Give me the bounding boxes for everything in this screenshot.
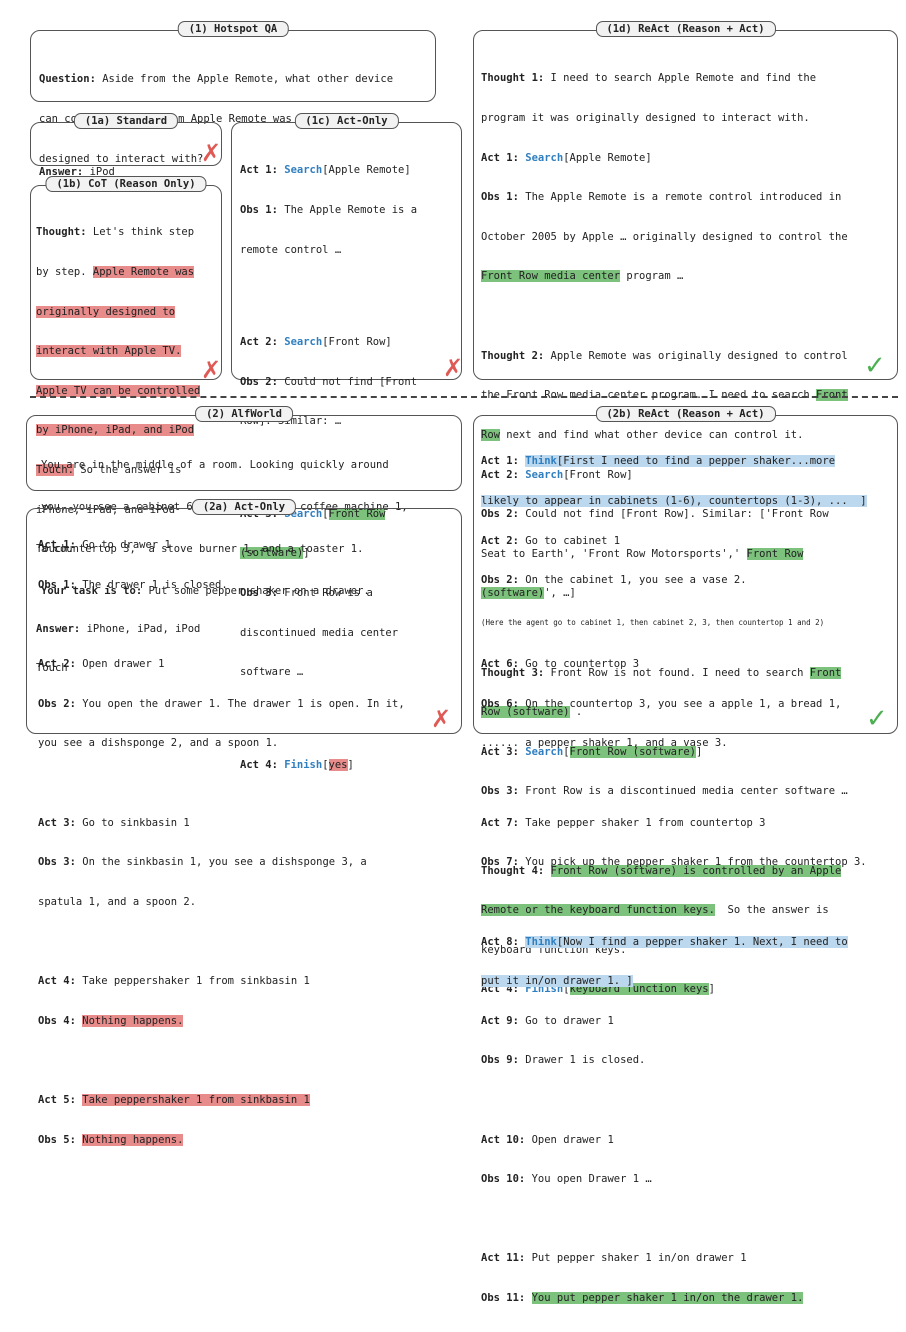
standard-title: (1a) Standard bbox=[73, 113, 179, 129]
cross-icon: ✗ bbox=[431, 705, 452, 733]
alf-react-text: Act 1: Think[First I need to find a pepp… bbox=[481, 455, 867, 1304]
alfworld-title: (2) AlfWorld bbox=[195, 406, 293, 422]
alf-react-title: (2b) ReAct (Reason + Act) bbox=[595, 406, 776, 422]
check-icon: ✓ bbox=[864, 351, 886, 381]
section-divider bbox=[30, 396, 898, 398]
cross-icon: ✗ bbox=[201, 139, 222, 167]
alfworld-panel: (2) AlfWorld You are in the middle of a … bbox=[26, 406, 462, 597]
alf-act-only-panel: (2a) Act-Only Act 1: Go to drawer 1 Obs … bbox=[26, 499, 462, 1146]
alf-act-only-title: (2a) Act-Only bbox=[191, 499, 297, 515]
react-title: (1d) ReAct (Reason + Act) bbox=[595, 21, 776, 37]
hotspot-qa-panel: (1) Hotspot QA Question: Aside from the … bbox=[30, 21, 436, 165]
cross-icon: ✗ bbox=[201, 356, 222, 384]
alf-react-panel: (2b) ReAct (Reason + Act) Act 1: Think[F… bbox=[473, 406, 898, 1304]
act-only-panel: (1c) Act-Only Act 1: Search[Apple Remote… bbox=[231, 113, 464, 771]
react-panel: (1d) ReAct (Reason + Act) Thought 1: I n… bbox=[473, 21, 898, 996]
hotspot-qa-title: (1) Hotspot QA bbox=[177, 21, 289, 37]
skipped-steps-note: (Here the agent go to cabinet 1, then ca… bbox=[481, 617, 825, 627]
standard-panel: (1a) Standard Answer: iPod ✗ bbox=[30, 113, 222, 178]
check-icon: ✓ bbox=[866, 704, 888, 734]
alf-act-only-text: Act 1: Go to drawer 1 Obs 1: The drawer … bbox=[38, 539, 405, 1146]
cot-panel: (1b) CoT (Reason Only) Thought: Let's th… bbox=[30, 176, 222, 674]
cross-icon: ✗ bbox=[443, 354, 464, 382]
question-label: Question: bbox=[39, 73, 96, 86]
cot-title: (1b) CoT (Reason Only) bbox=[45, 176, 207, 192]
act-only-title: (1c) Act-Only bbox=[294, 113, 399, 129]
